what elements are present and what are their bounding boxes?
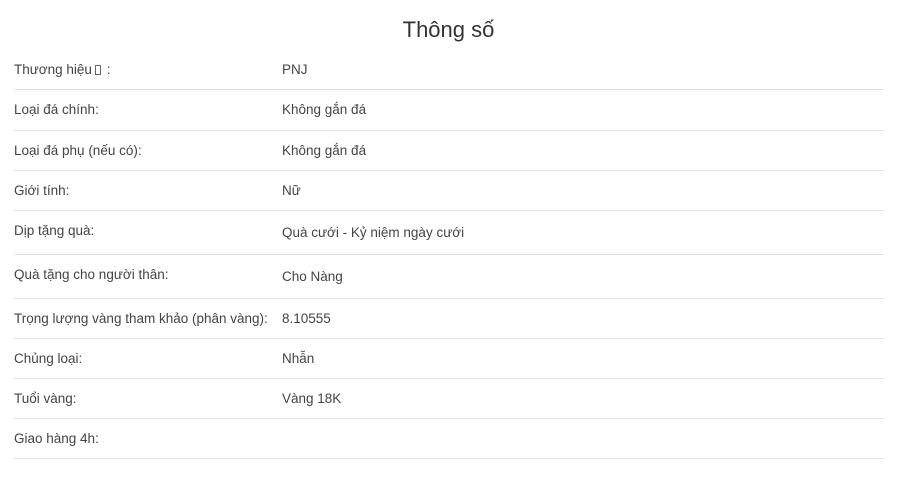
spec-value-main-stone: Không gắn đá	[282, 102, 367, 117]
spec-label-4h-delivery: Giao hàng 4h:	[14, 431, 99, 446]
spec-row-gender: Giới tính: Nữ	[14, 171, 884, 211]
section-title: Thông số	[402, 17, 495, 42]
spec-table: Thương hiệu : PNJ Loại đá chính: Không g…	[14, 50, 884, 459]
spec-label-brand-text: Thương hiệu	[14, 62, 92, 77]
spec-row-brand: Thương hiệu : PNJ	[14, 50, 884, 90]
spec-label-gift-recipient: Quà tặng cho người thân:	[14, 267, 169, 282]
spec-row-4h-delivery: Giao hàng 4h:	[14, 419, 884, 459]
spec-row-gold-purity: Tuổi vàng: Vàng 18K	[14, 379, 884, 419]
spec-row-category: Chủng loại: Nhẫn	[14, 339, 884, 379]
spec-value-side-stone: Không gắn đá	[282, 143, 367, 158]
spec-label-occasion: Dịp tặng quà:	[14, 223, 95, 238]
spec-value-brand: PNJ	[282, 62, 308, 77]
spec-label-brand-suffix: :	[102, 62, 111, 77]
spec-value-gift-recipient: Cho Nàng	[282, 269, 343, 284]
spec-value-gold-purity: Vàng 18K	[282, 391, 342, 406]
spec-row-gift-recipient: Quà tặng cho người thân: Cho Nàng	[14, 255, 884, 299]
missing-glyph-icon	[94, 65, 101, 75]
specifications-panel: Thông số Thương hiệu : PNJ Loại đá chính…	[0, 0, 917, 482]
spec-row-main-stone: Loại đá chính: Không gắn đá	[14, 90, 884, 131]
spec-value-gender: Nữ	[282, 183, 301, 198]
spec-label-side-stone: Loại đá phụ (nếu có):	[14, 143, 142, 158]
spec-value-occasion: Quà cưới - Kỷ niệm ngày cưới	[282, 225, 465, 240]
spec-label-gold-purity: Tuổi vàng:	[14, 391, 77, 406]
spec-label-gender: Giới tính:	[14, 183, 70, 198]
spec-label-gold-weight: Trọng lượng vàng tham khảo (phân vàng):	[14, 311, 268, 326]
spec-row-gold-weight: Trọng lượng vàng tham khảo (phân vàng): …	[14, 299, 884, 339]
spec-label-category: Chủng loại:	[14, 351, 83, 366]
spec-label-main-stone: Loại đá chính:	[14, 102, 99, 117]
spec-row-occasion: Dịp tặng quà: Quà cưới - Kỷ niệm ngày cư…	[14, 211, 884, 255]
spec-row-side-stone: Loại đá phụ (nếu có): Không gắn đá	[14, 131, 884, 171]
spec-label-brand: Thương hiệu :	[14, 60, 110, 80]
spec-value-category: Nhẫn	[282, 351, 315, 366]
spec-value-gold-weight: 8.10555	[282, 311, 331, 326]
